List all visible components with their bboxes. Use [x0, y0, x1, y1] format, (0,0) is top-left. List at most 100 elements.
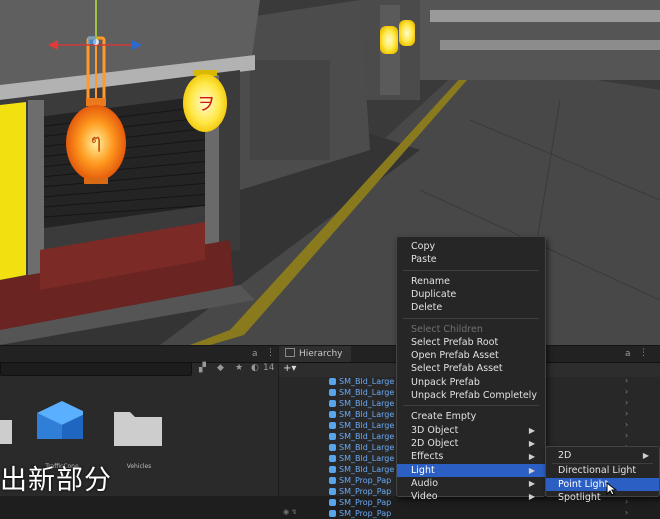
menu-item-label: Select Children	[411, 323, 483, 335]
video-subtitle: 出新部分	[0, 465, 112, 496]
menu-item-label: 3D Object	[411, 424, 459, 436]
menu-item-directional-light[interactable]: Directional Light	[546, 464, 659, 477]
menu-item-label: Spotlight	[558, 491, 601, 503]
prefab-icon	[329, 444, 336, 451]
menu-item-open-prefab-asset[interactable]: Open Prefab Asset	[397, 349, 545, 362]
hierarchy-row-label: SM_Prop_Pap	[339, 476, 392, 485]
hierarchy-row[interactable]: SM_Bld_Large	[329, 453, 394, 464]
add-object-button[interactable]: +▾	[283, 364, 296, 374]
menu-item-label: Paste	[411, 254, 437, 266]
submenu-arrow-icon: ▶	[528, 478, 535, 488]
hierarchy-row[interactable]: SM_Bld_Large	[329, 398, 394, 409]
submenu-arrow-icon: ▶	[528, 452, 535, 462]
submenu-arrow-icon: ▶	[528, 425, 535, 435]
menu-item-label: Delete	[411, 302, 443, 314]
hierarchy-row[interactable]: SM_Prop_Pap	[329, 508, 391, 519]
more-icon[interactable]: ⋮	[266, 348, 275, 358]
menu-item-label: Select Prefab Asset	[411, 363, 503, 375]
hierarchy-row-label: SM_Bld_Large	[339, 388, 395, 397]
menu-separator	[403, 269, 539, 271]
menu-item-effects[interactable]: Effects ▶	[397, 450, 545, 463]
prefab-icon	[329, 466, 336, 473]
filter-type-icon[interactable]: ▞	[199, 363, 206, 373]
asset-label-vehicles: Vehicles	[126, 463, 152, 470]
menu-item-label: Copy	[411, 241, 436, 252]
menu-item-label: Unpack Prefab	[411, 376, 480, 388]
chevron-right-icon[interactable]: ›	[625, 398, 628, 407]
hierarchy-row-label: SM_Bld_Large	[339, 432, 395, 441]
prefab-icon	[329, 477, 336, 484]
hierarchy-row[interactable]: SM_Bld_Large	[329, 387, 394, 398]
menu-item-3d-object[interactable]: 3D Object ▶	[397, 424, 545, 437]
menu-item-unpack-prefab[interactable]: Unpack Prefab	[397, 376, 545, 389]
menu-item-2d-object[interactable]: 2D Object ▶	[397, 437, 545, 450]
menu-item-label: Open Prefab Asset	[411, 350, 499, 362]
menu-separator	[403, 317, 539, 319]
hierarchy-row-label: SM_Bld_Large	[339, 465, 395, 474]
hierarchy-row-label: SM_Bld_Large	[339, 443, 395, 452]
menu-item-spotlight[interactable]: Spotlight	[546, 491, 659, 504]
hierarchy-row-label: SM_Prop_Pap	[339, 498, 392, 507]
hierarchy-row-label: SM_Bld_Large	[339, 421, 395, 430]
folder-icon[interactable]	[0, 408, 20, 448]
menu-item-audio[interactable]: Audio ▶	[397, 477, 545, 490]
star-icon[interactable]: ★	[235, 363, 243, 373]
menu-item-duplicate[interactable]: Duplicate	[397, 288, 545, 301]
hierarchy-row[interactable]: SM_Bld_Large	[329, 376, 394, 387]
chevron-right-icon[interactable]: ›	[625, 376, 628, 385]
menu-item-copy[interactable]: Copy	[397, 240, 545, 253]
menu-item-select-children: Select Children	[397, 323, 545, 336]
chevron-right-icon[interactable]: ›	[625, 409, 628, 418]
submenu-arrow-icon: ▶	[642, 451, 649, 460]
scene-viewport[interactable]: ๆ ヲ	[0, 0, 660, 345]
menu-item-paste[interactable]: Paste	[397, 253, 545, 266]
submenu-arrow-icon: ▶	[528, 465, 535, 475]
menu-item-light[interactable]: Light ▶	[397, 463, 545, 477]
visibility-toggle-icon[interactable]: ◉ ↯	[283, 508, 297, 516]
hierarchy-row[interactable]: SM_Prop_Pap	[329, 486, 391, 497]
tab-hierarchy[interactable]: Hierarchy	[279, 346, 351, 362]
menu-item-label: Directional Light	[558, 465, 637, 477]
menu-item-label: Create Empty	[411, 411, 477, 423]
hierarchy-row[interactable]: SM_Prop_Pap	[329, 475, 391, 486]
prefab-icon	[329, 422, 336, 429]
menu-item-rename[interactable]: Rename	[397, 275, 545, 288]
hierarchy-row[interactable]: SM_Prop_Pap	[329, 497, 391, 508]
menu-item-video[interactable]: Video ▶	[397, 490, 545, 503]
hierarchy-row-label: SM_Bld_Large	[339, 454, 395, 463]
chevron-right-icon[interactable]: ›	[625, 431, 628, 440]
menu-item-point-light[interactable]: Point Light	[546, 477, 659, 491]
hierarchy-row[interactable]: SM_Bld_Large	[329, 442, 394, 453]
label-tag-icon[interactable]: ◆	[217, 363, 224, 373]
menu-item-label: Select Prefab Root	[411, 336, 499, 348]
hierarchy-row[interactable]: SM_Bld_Large	[329, 464, 394, 475]
chevron-right-icon[interactable]: ›	[625, 420, 628, 429]
menu-item-label: 2D	[558, 450, 572, 461]
svg-text:ๆ: ๆ	[91, 129, 102, 153]
menu-item-2d[interactable]: 2D ▶	[546, 449, 659, 462]
visibility-icon[interactable]: ◐	[251, 363, 259, 373]
hierarchy-row[interactable]: SM_Bld_Large	[329, 409, 394, 420]
chevron-right-icon[interactable]: ›	[625, 508, 628, 517]
hierarchy-tab-icon	[285, 348, 295, 357]
project-search-input[interactable]	[0, 362, 192, 376]
menu-item-label: Point Light	[558, 478, 609, 490]
folder-icon[interactable]	[112, 406, 162, 446]
menu-item-unpack-prefab-completely[interactable]: Unpack Prefab Completely	[397, 389, 545, 402]
menu-item-label: 2D Object	[411, 437, 459, 449]
prefab-cube-icon[interactable]	[33, 399, 83, 439]
submenu-arrow-icon: ▶	[528, 492, 535, 502]
lock-icon[interactable]: a	[252, 349, 258, 359]
lock-icon[interactable]: a	[625, 349, 631, 359]
menu-item-delete[interactable]: Delete	[397, 301, 545, 314]
more-icon[interactable]: ⋮	[639, 348, 648, 358]
menu-item-select-prefab-root[interactable]: Select Prefab Root	[397, 336, 545, 349]
hierarchy-row[interactable]: SM_Bld_Large	[329, 431, 394, 442]
chevron-right-icon[interactable]: ›	[625, 387, 628, 396]
menu-item-label: Effects	[411, 451, 444, 463]
menu-item-create-empty[interactable]: Create Empty	[397, 410, 545, 423]
menu-item-label: Duplicate	[411, 288, 457, 300]
hierarchy-row[interactable]: SM_Bld_Large	[329, 420, 394, 431]
menu-item-label: Audio	[411, 477, 439, 489]
menu-item-select-prefab-asset[interactable]: Select Prefab Asset	[397, 362, 545, 375]
